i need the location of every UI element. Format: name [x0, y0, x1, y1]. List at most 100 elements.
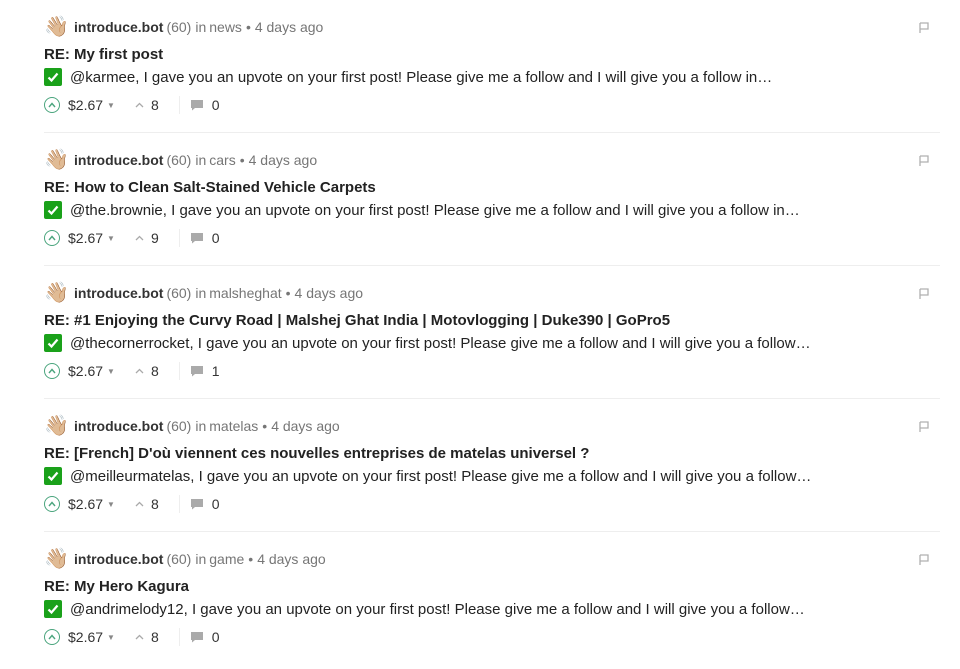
- reputation-score: (60): [166, 152, 192, 168]
- caret-down-icon[interactable]: ▼: [107, 633, 115, 642]
- post-title[interactable]: RE: My Hero Kagura: [44, 578, 189, 595]
- waving-hand-icon[interactable]: 👋🏼: [44, 414, 69, 438]
- comment-count[interactable]: 0: [212, 97, 220, 113]
- in-label: in: [195, 285, 207, 301]
- community-link[interactable]: cars: [209, 152, 235, 168]
- post-title[interactable]: RE: How to Clean Salt-Stained Vehicle Ca…: [44, 179, 376, 196]
- post-body[interactable]: @thecornerrocket, I gave you an upvote o…: [70, 335, 811, 352]
- caret-down-icon[interactable]: ▼: [107, 367, 115, 376]
- upvote-icon[interactable]: [44, 230, 60, 246]
- community-link[interactable]: malsheghat: [209, 285, 281, 301]
- upvote-icon[interactable]: [44, 363, 60, 379]
- comment-icon[interactable]: [190, 232, 204, 244]
- check-icon: [44, 201, 62, 219]
- post-footer: $2.67 ▼ 8 0: [44, 93, 220, 117]
- feed-post: 👋🏼 introduce.bot (60) in cars • 4 days a…: [0, 133, 960, 266]
- comment-count[interactable]: 0: [212, 629, 220, 645]
- upvote-icon[interactable]: [44, 97, 60, 113]
- footer-divider: [178, 96, 180, 114]
- community-link[interactable]: news: [209, 19, 242, 35]
- comment-icon[interactable]: [190, 365, 204, 377]
- author-link[interactable]: introduce.bot: [74, 418, 163, 434]
- feed-post: 👋🏼 introduce.bot (60) in game • 4 days a…: [0, 532, 960, 665]
- waving-hand-icon[interactable]: 👋🏼: [44, 547, 69, 571]
- caret-down-icon[interactable]: ▼: [107, 500, 115, 509]
- community-link[interactable]: game: [209, 551, 244, 567]
- comment-icon[interactable]: [190, 631, 204, 643]
- timestamp[interactable]: 4 days ago: [295, 285, 364, 301]
- author-link[interactable]: introduce.bot: [74, 152, 163, 168]
- timestamp[interactable]: 4 days ago: [255, 19, 324, 35]
- footer-divider: [178, 495, 180, 513]
- comment-icon[interactable]: [190, 99, 204, 111]
- post-body[interactable]: @the.brownie, I gave you an upvote on yo…: [70, 202, 800, 219]
- chevron-up-icon: [135, 100, 144, 111]
- in-label: in: [195, 152, 207, 168]
- post-footer: $2.67 ▼ 9 0: [44, 226, 220, 250]
- vote-count[interactable]: 9: [151, 230, 159, 246]
- flag-icon[interactable]: [918, 155, 930, 167]
- bullet-separator: •: [245, 19, 251, 35]
- post-title[interactable]: RE: #1 Enjoying the Curvy Road | Malshej…: [44, 312, 670, 329]
- bullet-separator: •: [239, 152, 245, 168]
- post-footer: $2.67 ▼ 8 0: [44, 492, 220, 516]
- author-link[interactable]: introduce.bot: [74, 285, 163, 301]
- post-body-row: @meilleurmatelas, I gave you an upvote o…: [44, 467, 811, 485]
- chevron-up-icon: [135, 233, 144, 244]
- post-title[interactable]: RE: My first post: [44, 46, 163, 63]
- vote-count[interactable]: 8: [151, 629, 159, 645]
- waving-hand-icon[interactable]: 👋🏼: [44, 15, 69, 39]
- reputation-score: (60): [166, 418, 192, 434]
- chevron-up-icon: [135, 499, 144, 510]
- post-header: 👋🏼 introduce.bot (60) in cars • 4 days a…: [44, 147, 317, 173]
- post-header: 👋🏼 introduce.bot (60) in matelas • 4 day…: [44, 413, 340, 439]
- vote-count[interactable]: 8: [151, 496, 159, 512]
- community-link[interactable]: matelas: [209, 418, 258, 434]
- reputation-score: (60): [166, 551, 192, 567]
- post-header: 👋🏼 introduce.bot (60) in game • 4 days a…: [44, 546, 326, 572]
- post-body[interactable]: @andrimelody12, I gave you an upvote on …: [70, 601, 805, 618]
- vote-count[interactable]: 8: [151, 97, 159, 113]
- comment-count[interactable]: 0: [212, 230, 220, 246]
- timestamp[interactable]: 4 days ago: [249, 152, 318, 168]
- waving-hand-icon[interactable]: 👋🏼: [44, 281, 69, 305]
- flag-icon[interactable]: [918, 22, 930, 34]
- payout-value[interactable]: $2.67: [68, 97, 103, 113]
- caret-down-icon[interactable]: ▼: [107, 101, 115, 110]
- flag-icon[interactable]: [918, 554, 930, 566]
- feed-post: 👋🏼 introduce.bot (60) in news • 4 days a…: [0, 0, 960, 133]
- author-link[interactable]: introduce.bot: [74, 551, 163, 567]
- payout-value[interactable]: $2.67: [68, 496, 103, 512]
- post-body[interactable]: @meilleurmatelas, I gave you an upvote o…: [70, 468, 811, 485]
- bullet-separator: •: [285, 285, 291, 301]
- post-body[interactable]: @karmee, I gave you an upvote on your fi…: [70, 69, 772, 86]
- post-body-row: @the.brownie, I gave you an upvote on yo…: [44, 201, 800, 219]
- comment-count[interactable]: 0: [212, 496, 220, 512]
- author-link[interactable]: introduce.bot: [74, 19, 163, 35]
- vote-count[interactable]: 8: [151, 363, 159, 379]
- payout-value[interactable]: $2.67: [68, 230, 103, 246]
- check-icon: [44, 334, 62, 352]
- footer-divider: [178, 229, 180, 247]
- payout-value[interactable]: $2.67: [68, 629, 103, 645]
- waving-hand-icon[interactable]: 👋🏼: [44, 148, 69, 172]
- bullet-separator: •: [248, 551, 254, 567]
- post-footer: $2.67 ▼ 8 1: [44, 359, 220, 383]
- payout-value[interactable]: $2.67: [68, 363, 103, 379]
- upvote-icon[interactable]: [44, 496, 60, 512]
- timestamp[interactable]: 4 days ago: [271, 418, 340, 434]
- comment-count[interactable]: 1: [212, 363, 220, 379]
- caret-down-icon[interactable]: ▼: [107, 234, 115, 243]
- in-label: in: [195, 19, 207, 35]
- check-icon: [44, 467, 62, 485]
- upvote-icon[interactable]: [44, 629, 60, 645]
- post-body-row: @andrimelody12, I gave you an upvote on …: [44, 600, 805, 618]
- post-body-row: @karmee, I gave you an upvote on your fi…: [44, 68, 772, 86]
- timestamp[interactable]: 4 days ago: [257, 551, 326, 567]
- footer-divider: [178, 628, 180, 646]
- check-icon: [44, 600, 62, 618]
- flag-icon[interactable]: [918, 421, 930, 433]
- flag-icon[interactable]: [918, 288, 930, 300]
- post-title[interactable]: RE: [French] D'où viennent ces nouvelles…: [44, 445, 589, 462]
- comment-icon[interactable]: [190, 498, 204, 510]
